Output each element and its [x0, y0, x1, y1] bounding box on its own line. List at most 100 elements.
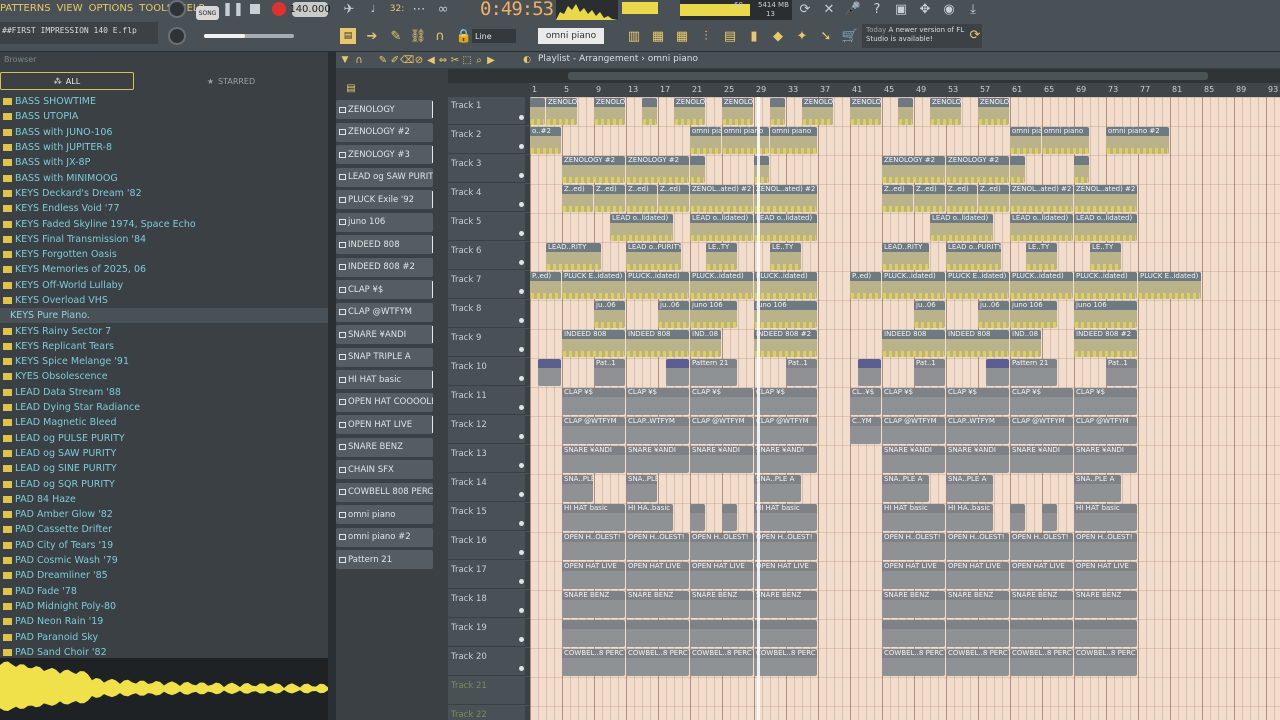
- playlist-clip[interactable]: HI HA..basic: [626, 504, 673, 531]
- microphone-icon[interactable]: 🎤: [845, 2, 861, 17]
- playlist-clip[interactable]: COWBEL..8 PERC: [1010, 649, 1073, 676]
- playlist-clip[interactable]: OPEN H..OLEST!: [690, 533, 753, 560]
- playlist-clip[interactable]: OPEN H..OLEST!: [1074, 533, 1137, 560]
- pattern-item[interactable]: CLAP @WTFYM: [336, 302, 433, 322]
- browser-item[interactable]: LEAD og PULSE PURITY: [0, 431, 328, 446]
- playlist-clip[interactable]: Pat..1: [594, 359, 625, 386]
- playlist-clip[interactable]: SNARE BENZ: [1010, 591, 1073, 618]
- playlist-clip[interactable]: ZENOLOGY: [850, 98, 881, 125]
- playlist-clip[interactable]: Z..ed): [882, 185, 913, 212]
- playlist-clip[interactable]: [690, 504, 705, 531]
- browser-item[interactable]: BASS UTOPIA: [0, 109, 328, 124]
- browser-item[interactable]: BASS with JUNO-106: [0, 125, 328, 140]
- playlist-clip[interactable]: COWBEL..8 PERC: [946, 649, 1009, 676]
- playlist-clip[interactable]: CLAP..WTFYM: [626, 417, 689, 444]
- track-mute-dot[interactable]: [519, 405, 524, 410]
- track-header[interactable]: Track 8: [448, 300, 530, 328]
- browser-item[interactable]: BASS with JX-8P: [0, 155, 328, 170]
- pattern-item[interactable]: HI HAT basic: [336, 370, 433, 389]
- plugin-icon[interactable]: ✥: [918, 2, 932, 17]
- track-header[interactable]: Track 16: [448, 532, 530, 560]
- playlist-clip[interactable]: CLAP ¥$: [946, 388, 1009, 415]
- playlist-clip[interactable]: SNARE ¥ANDI: [754, 446, 817, 473]
- track-header[interactable]: Track 17: [448, 561, 530, 589]
- playlist-clip[interactable]: ZENOL..ated) #2: [690, 185, 753, 212]
- playlist-clip[interactable]: OPEN H..OLEST!: [1010, 533, 1073, 560]
- playlist-clip[interactable]: OPEN HAT LIVE: [690, 562, 753, 589]
- playlist-clip[interactable]: HI HAT basic: [1074, 504, 1137, 531]
- playlist-clip[interactable]: CLAP ¥$: [626, 388, 689, 415]
- playlist-clip[interactable]: OPEN HAT LIVE: [754, 562, 817, 589]
- playlist-clip[interactable]: SNARE BENZ: [690, 591, 753, 618]
- chain-icon[interactable]: ⛓: [410, 28, 427, 44]
- playlist-clip[interactable]: ZENOL..ated) #2: [1074, 185, 1137, 212]
- playlist-clip[interactable]: LE..TY: [706, 243, 737, 270]
- wait-icon[interactable]: ⋯: [412, 2, 426, 17]
- browser-item[interactable]: KEYS Forgotten Oasis: [0, 247, 328, 262]
- metronome-icon[interactable]: ♩: [364, 2, 382, 16]
- playlist-clip[interactable]: OPEN HAT LIVE: [626, 562, 689, 589]
- browser-item[interactable]: KEYS Memories of 2025, 06: [0, 262, 328, 277]
- tab-starred[interactable]: ★ STARRED: [134, 72, 328, 90]
- playlist-clip[interactable]: SNA..PLE A: [946, 475, 993, 502]
- playlist-clip[interactable]: PLUCK E..idated): [1138, 272, 1201, 299]
- playlist-clip[interactable]: [1074, 620, 1137, 647]
- playlist-clip[interactable]: OPEN H..OLEST!: [882, 533, 945, 560]
- playlist-clip[interactable]: CLAP ¥$: [562, 388, 625, 415]
- playlist-clip[interactable]: ZENOLOGY #2: [946, 156, 1009, 183]
- browser-item[interactable]: KEYS Off-World Lullaby: [0, 278, 328, 293]
- playlist-clip[interactable]: PLUCK..idated): [882, 272, 945, 299]
- draw-tool-icon[interactable]: ➔: [364, 28, 380, 44]
- playlist-clip[interactable]: LEAD o..lidated): [1074, 214, 1137, 241]
- playlist-clip[interactable]: SNARE BENZ: [626, 591, 689, 618]
- snap-select[interactable]: Line: [472, 29, 516, 43]
- playlist-clip[interactable]: ZENOLOGY: [722, 98, 753, 125]
- track-mute-dot[interactable]: [519, 637, 524, 642]
- playlist-clip[interactable]: ZENOLOGY #2: [562, 156, 625, 183]
- song-mode-button[interactable]: SONG: [196, 6, 219, 20]
- pattern-item[interactable]: ZENOLOGY #3: [336, 145, 433, 164]
- playlist-clip[interactable]: CLAP..WTFYM: [946, 417, 1009, 444]
- track-header[interactable]: Track 7: [448, 271, 530, 299]
- playlist-clip[interactable]: ZENOLOGY: [930, 98, 961, 125]
- playlist-clip[interactable]: [858, 359, 881, 386]
- track-header[interactable]: Track 4: [448, 184, 530, 212]
- playlist-clip[interactable]: CLAP ¥$: [1010, 388, 1073, 415]
- playlist-clip[interactable]: INDEED 808 #2: [754, 330, 817, 357]
- playlist-clip[interactable]: ZENOLOGY: [978, 98, 1009, 125]
- menu-item-patterns[interactable]: PATTERNS: [0, 3, 51, 14]
- track-header[interactable]: Track 14: [448, 474, 530, 502]
- track-header[interactable]: Track 10: [448, 358, 530, 386]
- browser-item[interactable]: KEYS Deckard's Dream '82: [0, 186, 328, 201]
- playlist-clip[interactable]: Z..ed): [594, 185, 625, 212]
- playlist-clip[interactable]: INDEED 808: [562, 330, 625, 357]
- track-mute-dot[interactable]: [519, 434, 524, 439]
- magnet-icon[interactable]: ∩: [432, 28, 448, 44]
- playlist-clip[interactable]: juno 106: [690, 301, 737, 328]
- download-icon[interactable]: ⤓: [966, 2, 980, 17]
- news-panel[interactable]: Today A newer version of FL Studio is av…: [862, 24, 982, 48]
- browser-item[interactable]: LEAD Dying Star Radiance: [0, 400, 328, 415]
- playlist-clip[interactable]: [1010, 504, 1025, 531]
- playlist-clip[interactable]: INDEED 808: [882, 330, 945, 357]
- help-icon[interactable]: ?: [870, 2, 884, 17]
- pattern-item[interactable]: OPEN HAT LIVE: [336, 415, 433, 434]
- brush-icon[interactable]: ✎: [388, 28, 404, 44]
- playlist-clip[interactable]: Z..ed): [946, 185, 977, 212]
- cpu-refresh-icon[interactable]: ⟳: [798, 2, 812, 17]
- playlist-clip[interactable]: [562, 620, 625, 647]
- playlist-clip[interactable]: LE..TY: [1090, 243, 1121, 270]
- playlist-clip[interactable]: OPEN HAT LIVE: [882, 562, 945, 589]
- track-mute-dot[interactable]: [519, 579, 524, 584]
- playlist-clip[interactable]: SNARE ¥ANDI: [1010, 446, 1073, 473]
- playlist-clip[interactable]: [642, 98, 657, 125]
- playlist-clip[interactable]: OPEN H..OLEST!: [946, 533, 1009, 560]
- playlist-clip[interactable]: SNARE BENZ: [562, 591, 625, 618]
- arrangement-grid[interactable]: ZENOLOGY ZENOLOGY ZENOLOGY ZENOLOGY ZENOLOGY…: [530, 97, 1280, 720]
- main-pitch-knob[interactable]: [168, 27, 186, 45]
- track-mute-dot[interactable]: [519, 347, 524, 352]
- playlist-clip[interactable]: CL..¥$: [850, 388, 881, 415]
- playlist-clip[interactable]: CLAP @WTFYM: [690, 417, 753, 444]
- track-mute-dot[interactable]: [519, 492, 524, 497]
- playlist-clip[interactable]: Pattern 21: [1010, 359, 1057, 386]
